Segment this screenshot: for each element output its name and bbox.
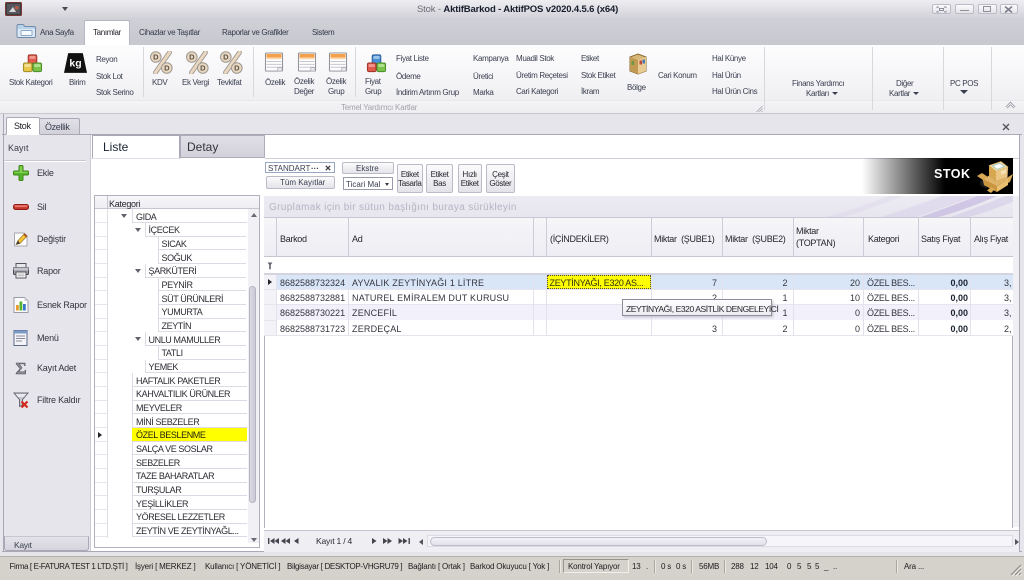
svg-text:D: D [200,64,206,73]
svg-text:D: D [164,64,170,73]
svg-text:D: D [189,53,195,62]
svg-text:D: D [223,53,229,62]
svg-text:Σ: Σ [15,359,26,377]
svg-text:D: D [234,64,240,73]
svg-text:D: D [153,53,159,62]
svg-text:kg: kg [69,59,81,70]
